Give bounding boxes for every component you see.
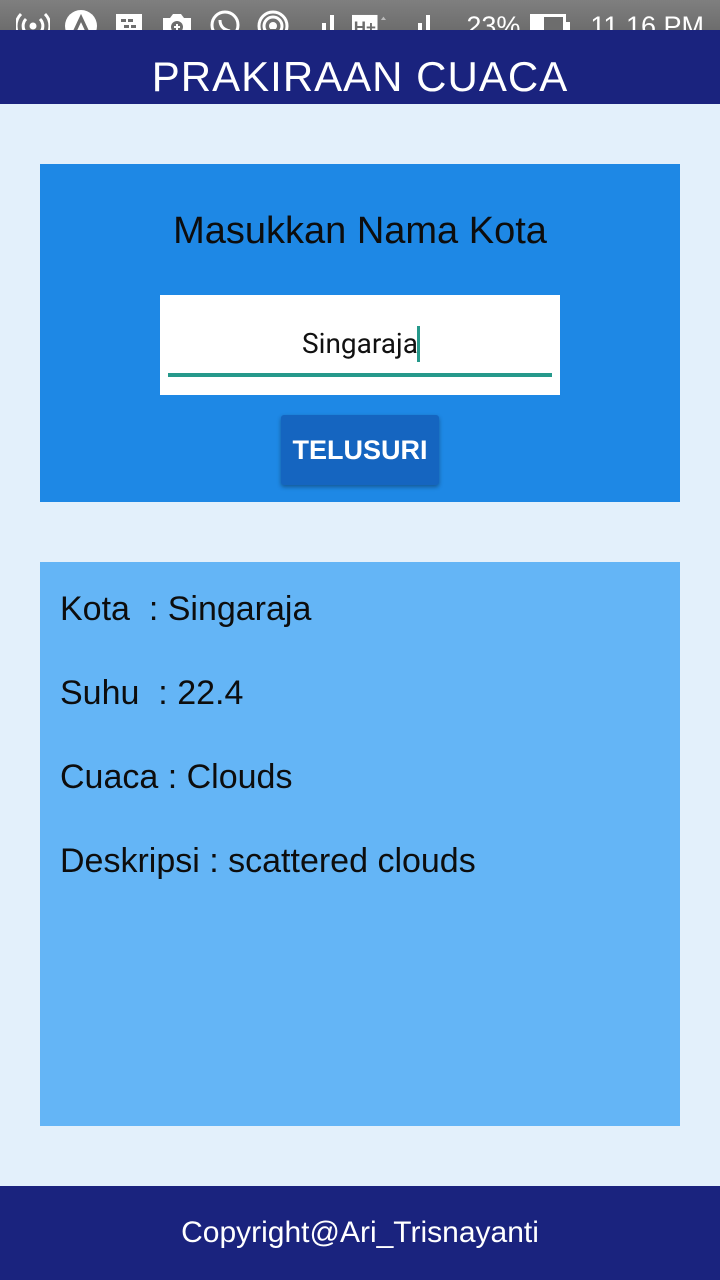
text-cursor bbox=[417, 326, 420, 362]
result-city: Kota : Singaraja bbox=[60, 590, 312, 628]
city-input[interactable] bbox=[168, 313, 552, 377]
copyright-text: Copyright@Ari_Trisnayanti bbox=[181, 1216, 539, 1249]
search-heading: Masukkan Nama Kota bbox=[173, 210, 547, 252]
app-bar: PRAKIRAAN CUACA bbox=[0, 30, 720, 104]
city-input-container bbox=[160, 295, 560, 395]
footer: Copyright@Ari_Trisnayanti bbox=[0, 1186, 720, 1280]
app-title: PRAKIRAAN CUACA bbox=[151, 53, 569, 100]
result-card: Kota : Singaraja Suhu : 22.4 Cuaca : Clo… bbox=[40, 562, 680, 1126]
result-temperature: Suhu : 22.4 bbox=[60, 674, 244, 712]
search-button[interactable]: TELUSURI bbox=[281, 415, 439, 485]
result-weather: Cuaca : Clouds bbox=[60, 758, 293, 796]
search-card: Masukkan Nama Kota TELUSURI bbox=[40, 164, 680, 502]
result-description: Deskripsi : scattered clouds bbox=[60, 842, 476, 880]
